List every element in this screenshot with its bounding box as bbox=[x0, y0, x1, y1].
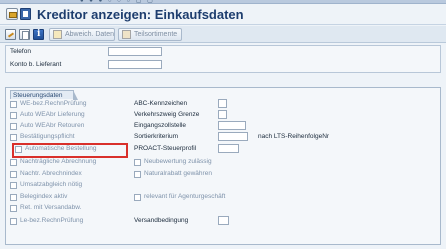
checkbox[interactable] bbox=[10, 134, 17, 141]
konto-input[interactable] bbox=[108, 60, 162, 69]
abweich-daten-label: Abweich. Daten bbox=[65, 31, 115, 38]
screen-menu-icon[interactable] bbox=[20, 8, 31, 20]
abc-kennzeichen-label: ABC-Kennzeichen bbox=[134, 100, 188, 107]
teilsortimente-label: Teilsortimente bbox=[134, 31, 178, 38]
checkbox-label: Bestätigungspflicht bbox=[20, 133, 75, 140]
checkbox[interactable] bbox=[134, 171, 141, 178]
checkbox-label: Auto WEAbr Retouren bbox=[20, 122, 85, 129]
verkehrszweig-label: Verkehrszweig Grenze bbox=[134, 111, 200, 118]
checkbox-label: WE-bez.RechnPrüfung bbox=[20, 100, 87, 107]
title-bar: Kreditor anzeigen: Einkaufsdaten bbox=[0, 4, 446, 25]
sortierkriterium-label: Sortierkriterium bbox=[134, 133, 179, 140]
abweich-daten-button[interactable]: Abweich. Daten bbox=[49, 28, 115, 41]
sortierkriterium-value: nach LTS-ReihenfolgeNr bbox=[258, 133, 330, 140]
checkbox[interactable] bbox=[10, 182, 17, 189]
abc-kennzeichen-input[interactable] bbox=[218, 99, 227, 108]
checkbox-label: Ret. mit Versandabw. bbox=[20, 204, 82, 211]
checkbox-label: Nachtr. Abrechnindex bbox=[20, 170, 82, 177]
telefon-input[interactable] bbox=[108, 47, 162, 56]
list-icon bbox=[122, 30, 131, 39]
konto-label: Konto b. Lieferant bbox=[10, 61, 62, 68]
checkbox[interactable] bbox=[10, 112, 17, 119]
proact-steuerprofil-label: PROACT-Steuerprofil bbox=[134, 145, 197, 152]
telefon-label: Telefon bbox=[10, 48, 31, 55]
info-icon[interactable] bbox=[33, 29, 44, 40]
display-change-icon[interactable] bbox=[6, 8, 18, 20]
contact-panel: Telefon Konto b. Lieferant bbox=[5, 45, 441, 73]
checkbox[interactable] bbox=[10, 123, 17, 130]
checkbox[interactable] bbox=[10, 171, 17, 178]
page-title: Kreditor anzeigen: Einkaufsdaten bbox=[37, 7, 244, 22]
checkbox[interactable] bbox=[134, 159, 141, 166]
verkehrszweig-input[interactable] bbox=[218, 110, 227, 119]
checkbox-label: Nachträgliche Abrechnung bbox=[20, 158, 97, 165]
checkbox[interactable] bbox=[10, 159, 17, 166]
application-toolbar: Abweich. Daten Teilsortimente bbox=[0, 26, 446, 43]
checkbox[interactable] bbox=[10, 101, 17, 108]
eingangszollstelle-label: Eingangszollstelle bbox=[134, 122, 187, 129]
checkbox-label: Auto WEAbr Lieferung bbox=[20, 111, 85, 118]
proact-steuerprofil-input[interactable] bbox=[218, 144, 239, 153]
group-title: Steuerungsdaten bbox=[10, 90, 78, 100]
checkbox-label: Neubewertung zulässig bbox=[144, 158, 212, 165]
checkbox[interactable] bbox=[10, 218, 17, 225]
checkbox[interactable] bbox=[10, 205, 17, 212]
document-icon[interactable] bbox=[19, 29, 30, 40]
checkbox[interactable] bbox=[134, 194, 141, 201]
checkbox-label: Umsatzabgleich nötig bbox=[20, 181, 83, 188]
edit-pencil-icon[interactable] bbox=[5, 29, 16, 40]
checkbox-label: relevant für Agenturgeschäft bbox=[144, 193, 226, 200]
eingangszollstelle-input[interactable] bbox=[218, 121, 246, 130]
checkbox-label: Belegindex aktiv bbox=[20, 193, 68, 200]
steuerungsdaten-group: Steuerungsdaten WE-bez.RechnPrüfung Auto… bbox=[5, 87, 441, 245]
checkbox[interactable] bbox=[10, 194, 17, 201]
checkbox-label: Le-bez.RechnPrüfung bbox=[20, 217, 84, 224]
checkbox-label: Naturalrabatt gewähren bbox=[144, 170, 212, 177]
versandbedingung-input[interactable] bbox=[218, 216, 229, 225]
versandbedingung-label: Versandbedingung bbox=[134, 217, 189, 224]
teilsortimente-button[interactable]: Teilsortimente bbox=[118, 28, 182, 41]
document-icon bbox=[53, 30, 62, 39]
annotation-highlight-box bbox=[12, 143, 128, 158]
sortierkriterium-input[interactable] bbox=[218, 132, 248, 141]
